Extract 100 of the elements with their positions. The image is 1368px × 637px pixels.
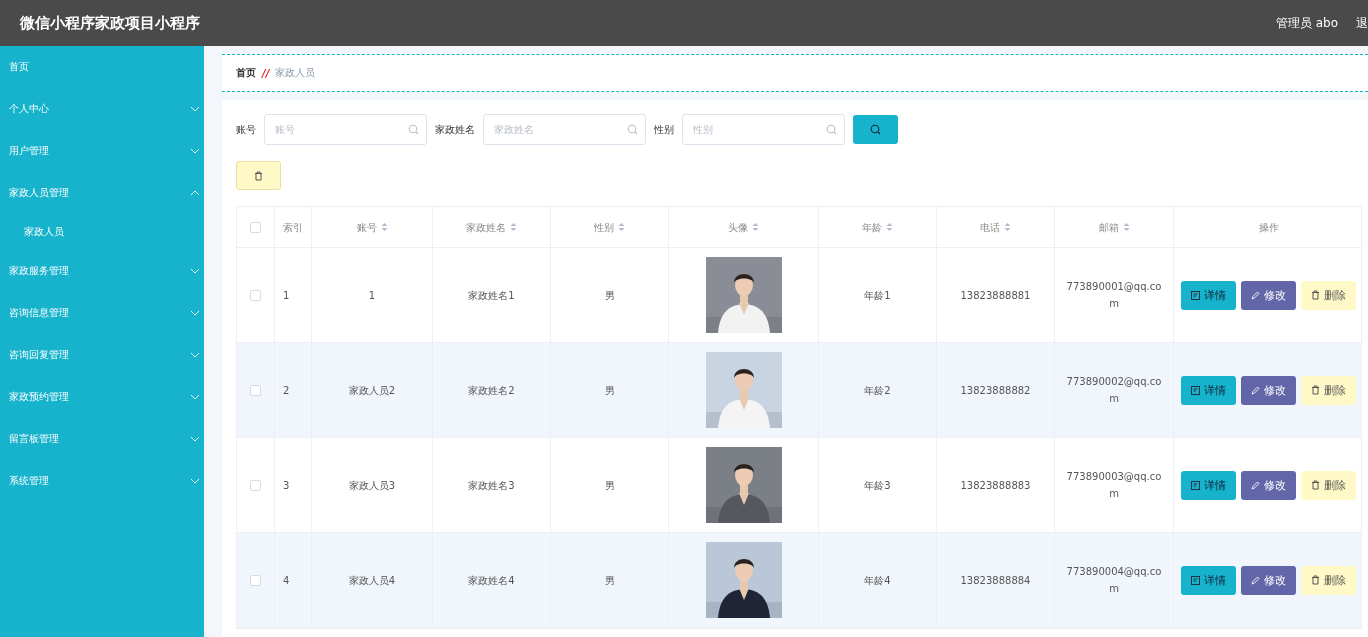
table-cell: 773890003@qq.com — [1055, 438, 1174, 532]
action-button[interactable]: 详情 — [1181, 470, 1236, 500]
sort-icon[interactable] — [1122, 222, 1130, 232]
chevron-down-icon — [190, 436, 200, 442]
filter-label: 家政姓名 — [435, 122, 475, 137]
action-button[interactable]: 详情 — [1181, 565, 1236, 595]
sidebar-item[interactable]: 咨询回复管理 — [0, 334, 204, 376]
chevron-down-icon — [190, 106, 200, 112]
table-cell: 年龄4 — [819, 533, 937, 627]
action-button[interactable]: 删除 — [1301, 280, 1356, 310]
sort-icon[interactable] — [1004, 222, 1011, 232]
select-all-checkbox[interactable] — [250, 221, 261, 233]
sidebar-item[interactable]: 个人中心 — [0, 88, 204, 130]
trash-icon — [1311, 290, 1320, 300]
trash-icon — [1311, 575, 1320, 585]
table-cell: 3 — [275, 438, 312, 532]
table-cell: 男 — [551, 343, 669, 437]
chevron-down-icon — [190, 394, 200, 400]
action-button[interactable]: 详情 — [1181, 280, 1236, 310]
sidebar-item[interactable]: 系统管理 — [0, 460, 204, 502]
table-cell: 13823888882 — [937, 343, 1055, 437]
column-header[interactable]: 家政姓名 — [433, 207, 551, 247]
search-button[interactable] — [853, 115, 898, 144]
pencil-icon — [1251, 575, 1260, 585]
breadcrumb-current: 家政人员 — [275, 66, 316, 80]
column-header[interactable]: 头像 — [669, 207, 819, 247]
table-cell: 家政姓名2 — [433, 343, 551, 437]
logout-link[interactable]: 退 — [1356, 14, 1368, 32]
column-header[interactable]: 账号 — [312, 207, 433, 247]
filter-label: 账号 — [236, 122, 256, 137]
table-cell: 家政姓名1 — [433, 248, 551, 342]
document-icon — [1191, 290, 1200, 300]
action-button[interactable]: 修改 — [1241, 470, 1296, 500]
action-button[interactable]: 修改 — [1241, 565, 1296, 595]
sidebar-subitem[interactable]: 家政人员 — [0, 214, 204, 250]
trash-icon — [254, 170, 263, 181]
table-cell: 1 — [312, 248, 433, 342]
sort-icon[interactable] — [380, 222, 388, 232]
pencil-icon — [1251, 290, 1260, 300]
search-icon — [408, 124, 419, 135]
sidebar-item[interactable]: 家政人员管理 — [0, 172, 204, 214]
sidebar-item[interactable]: 咨询信息管理 — [0, 292, 204, 334]
filter-label: 性别 — [654, 122, 674, 137]
chevron-down-icon — [190, 268, 200, 274]
pencil-icon — [1251, 385, 1260, 395]
row-checkbox[interactable] — [250, 289, 261, 301]
sidebar-item[interactable]: 家政服务管理 — [0, 250, 204, 292]
sort-icon[interactable] — [510, 222, 517, 232]
column-header[interactable]: 性别 — [551, 207, 669, 247]
breadcrumb-home[interactable]: 首页 — [236, 66, 256, 80]
search-field[interactable]: 性别 — [682, 114, 845, 145]
table-cell: 年龄2 — [819, 343, 937, 437]
sidebar-item[interactable]: 家政预约管理 — [0, 376, 204, 418]
sidebar-item[interactable]: 留言板管理 — [0, 418, 204, 460]
sidebar-item[interactable]: 用户管理 — [0, 130, 204, 172]
sort-icon[interactable] — [618, 222, 625, 232]
chevron-down-icon — [190, 310, 200, 316]
row-checkbox[interactable] — [250, 479, 261, 491]
action-button[interactable]: 修改 — [1241, 375, 1296, 405]
sort-icon[interactable] — [752, 222, 759, 232]
table-cell: 773890004@qq.com — [1055, 533, 1174, 627]
action-button[interactable]: 修改 — [1241, 280, 1296, 310]
column-header: 索引 — [275, 207, 312, 247]
chevron-down-icon — [190, 352, 200, 358]
column-header[interactable]: 邮箱 — [1055, 207, 1174, 247]
chevron-down-icon — [190, 148, 200, 154]
trash-icon — [1311, 385, 1320, 395]
search-field[interactable]: 家政姓名 — [483, 114, 646, 145]
sort-icon[interactable] — [886, 222, 893, 232]
column-header[interactable]: 年龄 — [819, 207, 937, 247]
row-checkbox[interactable] — [250, 384, 261, 396]
table-cell: 13823888881 — [937, 248, 1055, 342]
document-icon — [1191, 575, 1200, 585]
action-button[interactable]: 删除 — [1301, 565, 1356, 595]
app-title: 微信小程序家政项目小程序 — [20, 13, 201, 33]
search-icon — [826, 124, 837, 135]
search-icon — [870, 124, 881, 135]
table-cell: 男 — [551, 533, 669, 627]
table-cell: 家政人员4 — [312, 533, 433, 627]
table-cell: 773890001@qq.com — [1055, 248, 1174, 342]
table-cell: 男 — [551, 438, 669, 532]
table-cell: 年龄1 — [819, 248, 937, 342]
table-cell: 1 — [275, 248, 312, 342]
row-checkbox[interactable] — [250, 574, 261, 586]
search-icon — [627, 124, 638, 135]
action-button[interactable]: 删除 — [1301, 470, 1356, 500]
table-cell: 4 — [275, 533, 312, 627]
search-field[interactable]: 账号 — [264, 114, 427, 145]
action-button[interactable]: 删除 — [1301, 375, 1356, 405]
chevron-up-icon — [190, 190, 200, 196]
pencil-icon — [1251, 480, 1260, 490]
document-icon — [1191, 385, 1200, 395]
table-cell: 男 — [551, 248, 669, 342]
column-header: 操作 — [1257, 220, 1280, 235]
action-button[interactable]: 详情 — [1181, 375, 1236, 405]
column-header[interactable]: 电话 — [937, 207, 1055, 247]
table-cell: 家政姓名3 — [433, 438, 551, 532]
table-cell: 家政人员2 — [312, 343, 433, 437]
delete-button[interactable] — [236, 161, 281, 190]
sidebar-item[interactable]: 首页 — [0, 46, 204, 88]
